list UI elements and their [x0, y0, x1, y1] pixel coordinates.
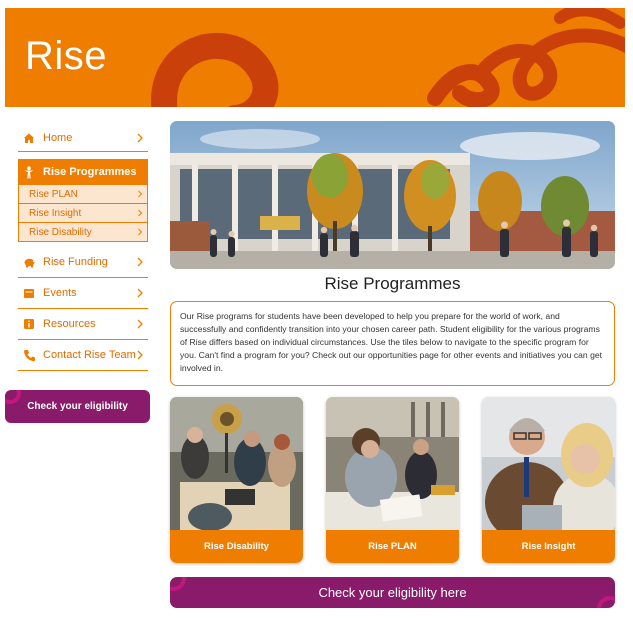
sidebar-item-label: Rise Programmes [43, 166, 137, 178]
tile-photo [482, 397, 615, 530]
sidebar-item-label: Events [43, 287, 77, 299]
chevron-right-icon [138, 209, 143, 217]
sidebar-item-rise-funding[interactable]: Rise Funding [18, 247, 148, 278]
chevron-right-icon [137, 257, 143, 267]
swoosh-decoration [597, 596, 615, 608]
chevron-right-icon [138, 190, 143, 198]
sidebar-submenu: Rise PLAN Rise Insight Rise Disability [18, 185, 148, 242]
home-icon [22, 131, 36, 145]
page-title: Rise Programmes [324, 274, 461, 293]
chevron-right-icon [137, 133, 143, 142]
chevron-right-icon [138, 228, 143, 236]
intro-text: Our Rise programs for students have been… [170, 301, 615, 386]
sidebar-item-label: Home [43, 131, 73, 144]
sidebar-item-events[interactable]: Events [18, 278, 148, 309]
tile-label: Rise Disability [170, 530, 303, 563]
person-icon [22, 165, 36, 179]
check-eligibility-here-label: Check your eligibility here [318, 585, 467, 600]
sidebar-item-label: Resources [43, 318, 96, 330]
check-eligibility-button[interactable]: Check your eligibility [5, 390, 150, 423]
chevron-right-icon [137, 350, 143, 360]
sidebar-subitem-rise-insight[interactable]: Rise Insight [19, 204, 147, 223]
tile-rise-disability[interactable]: Rise Disability [170, 397, 303, 563]
chevron-right-icon [137, 319, 143, 329]
check-eligibility-here-button[interactable]: Check your eligibility here [170, 577, 615, 608]
sidebar-nav: Home Rise Programmes Rise PLAN Rise Insi… [18, 124, 148, 371]
calendar-icon [22, 286, 36, 300]
phone-icon [22, 348, 36, 362]
sidebar-item-rise-programmes[interactable]: Rise Programmes [18, 159, 148, 185]
tile-label: Rise Insight [482, 530, 615, 563]
swoosh-decoration [5, 390, 21, 404]
chevron-right-icon [137, 288, 143, 298]
tile-rise-plan[interactable]: Rise PLAN [326, 397, 459, 563]
sidebar-item-contact-rise-team[interactable]: Contact Rise Team [18, 340, 148, 371]
sidebar-subitem-rise-disability[interactable]: Rise Disability [19, 223, 147, 242]
piggy-bank-icon [22, 255, 36, 269]
sidebar-item-resources[interactable]: Resources [18, 309, 148, 340]
site-title: Rise [25, 34, 108, 78]
sidebar-subitem-label: Rise Disability [29, 226, 92, 238]
sidebar-item-home[interactable]: Home [18, 124, 148, 152]
sidebar-subitem-label: Rise Insight [29, 207, 82, 219]
hero-campus-image [170, 121, 615, 269]
tile-label: Rise PLAN [326, 530, 459, 563]
header-banner: Rise [5, 8, 625, 107]
sidebar-subitem-rise-plan[interactable]: Rise PLAN [19, 185, 147, 204]
info-icon [22, 317, 36, 331]
tile-photo [326, 397, 459, 530]
sidebar-item-label: Contact Rise Team [43, 349, 136, 361]
tile-photo [170, 397, 303, 530]
sidebar-item-label: Rise Funding [43, 256, 108, 268]
check-eligibility-label: Check your eligibility [27, 401, 128, 412]
sidebar-subitem-label: Rise PLAN [29, 188, 78, 200]
swoosh-decoration [170, 577, 186, 591]
tile-rise-insight[interactable]: Rise Insight [482, 397, 615, 563]
